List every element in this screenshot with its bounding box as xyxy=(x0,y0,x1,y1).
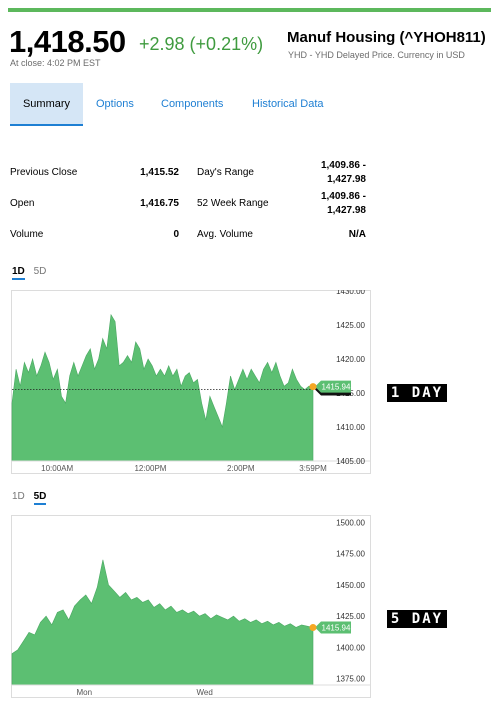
range-5d-tab[interactable]: 5D xyxy=(33,491,47,505)
y-tick-label: 1475.00 xyxy=(336,550,365,559)
tab-summary[interactable]: Summary xyxy=(10,83,83,126)
tab-historical-data[interactable]: Historical Data xyxy=(252,83,324,126)
range-1d-tab[interactable]: 1D xyxy=(12,491,25,502)
x-tick-label: Mon xyxy=(76,688,92,697)
current-price-marker xyxy=(309,383,317,391)
52-week-range-high: 1,427.98 xyxy=(327,205,366,216)
current-price-label: 1415.94 xyxy=(322,383,351,392)
five-day-badge: 5 DAY xyxy=(387,610,447,628)
y-tick-label: 1500.00 xyxy=(336,518,365,527)
quote-tabs: Summary Options Components Historical Da… xyxy=(10,83,350,127)
y-tick-label: 1430.00 xyxy=(336,290,365,296)
y-tick-label: 1425.00 xyxy=(336,321,365,330)
index-name: Manuf Housing (^YHOH811) xyxy=(287,29,486,46)
tab-components[interactable]: Components xyxy=(161,83,223,126)
current-price: 1,418.50 xyxy=(9,24,126,59)
52-week-range-label: 52 Week Range xyxy=(197,198,269,209)
y-tick-label: 1425.00 xyxy=(336,612,365,621)
price-area xyxy=(11,313,314,462)
x-tick-label: 2:00PM xyxy=(227,464,255,473)
range-5d-tab[interactable]: 5D xyxy=(34,266,47,277)
chart-svg: 1430.001425.001420.001415.001410.001405.… xyxy=(11,290,371,474)
volume-label: Volume xyxy=(10,229,44,240)
days-range-high: 1,427.98 xyxy=(327,174,366,185)
avg-volume-label: Avg. Volume xyxy=(197,229,253,240)
52-week-range-low: 1,409.86 - xyxy=(320,191,366,202)
x-tick-label: 3:59PM xyxy=(299,464,327,473)
accent-bar xyxy=(8,8,491,12)
open-label: Open xyxy=(10,198,35,209)
index-subtitle: YHD - YHD Delayed Price. Currency in USD xyxy=(288,50,465,60)
range-tabs-5d: 1D 5D xyxy=(12,491,52,505)
five-day-chart[interactable]: 1500.00 1475.00 1450.00 1425.00 1400.00 1375.… xyxy=(11,515,371,698)
range-1d-tab[interactable]: 1D xyxy=(12,266,25,280)
one-day-badge: 1 DAY xyxy=(387,384,447,402)
tab-options[interactable]: Options xyxy=(96,83,134,126)
y-tick-label: 1410.00 xyxy=(336,423,365,432)
y-tick-label: 1405.00 xyxy=(336,457,365,466)
range-tabs-1d: 1D 5D xyxy=(12,266,52,280)
x-tick-label: 12:00PM xyxy=(134,464,166,473)
price-change: +2.98 (+0.21%) xyxy=(139,34,264,54)
x-tick-label: 10:00AM xyxy=(41,464,73,473)
previous-close-label: Previous Close xyxy=(10,167,78,178)
close-time: At close: 4:02 PM EST xyxy=(10,58,101,68)
price-area xyxy=(11,559,314,686)
open-value: 1,416.75 xyxy=(140,198,179,209)
y-tick-label: 1400.00 xyxy=(336,643,365,652)
y-tick-label: 1375.00 xyxy=(336,675,365,684)
chart-svg: 1500.00 1475.00 1450.00 1425.00 1400.00 1375.… xyxy=(11,515,371,698)
days-range-low: 1,409.86 - xyxy=(320,160,366,171)
x-tick-label: Wed xyxy=(196,688,212,697)
days-range-label: Day's Range xyxy=(197,167,254,178)
one-day-chart[interactable]: 1430.001425.001420.001415.001410.001405.… xyxy=(11,290,371,474)
volume-value: 0 xyxy=(173,229,179,240)
avg-volume-value: N/A xyxy=(348,229,366,240)
previous-close-value: 1,415.52 xyxy=(140,167,179,178)
y-tick-label: 1450.00 xyxy=(336,581,365,590)
y-tick-label: 1420.00 xyxy=(336,355,365,364)
current-price-marker xyxy=(309,623,317,631)
current-price-label: 1415.94 xyxy=(322,623,351,632)
